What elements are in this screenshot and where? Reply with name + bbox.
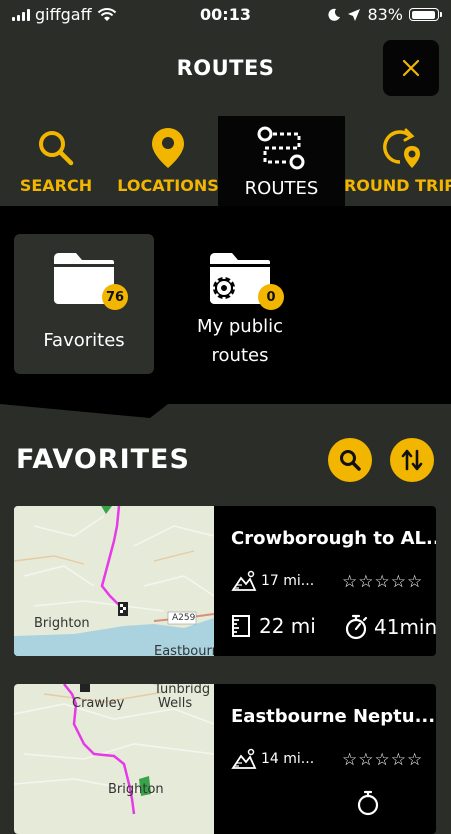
ruler-icon [232,615,250,637]
close-icon [402,59,420,77]
folder-public-routes[interactable]: 0 My public routes [170,234,310,374]
elevation-icon [231,748,257,769]
section-title: FAVORITES [16,444,190,475]
star-icon: ☆ [390,572,407,592]
route-duration-value: 41min [374,615,436,639]
route-card[interactable]: Brighton Eastbourn A259 Crowborough to A… [14,506,436,656]
battery-percent: 83% [367,5,403,24]
panel-notch [150,404,168,418]
star-icon: ☆ [358,750,375,770]
route-map-thumbnail: Crawley Tunbridg Wells Brighton [14,684,214,834]
search-icon [39,131,74,166]
route-distance-value: 14 mi... [261,751,315,767]
rating-stars: ☆☆☆☆☆ [342,572,423,592]
public-routes-count-badge: 0 [258,284,284,310]
route-distance: 17 mi... [231,570,314,592]
route-duration: 41min [344,614,436,640]
star-icon: ☆ [342,750,359,770]
map-label: A259 [172,613,196,623]
star-icon: ☆ [374,750,391,770]
sort-button[interactable] [390,438,434,482]
route-name: Eastbourne Neptu... [231,706,436,727]
tab-round-trip[interactable]: ROUND TRIP [344,116,451,206]
route-card[interactable]: Crawley Tunbridg Wells Brighton Eastbour… [14,684,436,834]
panel-notch-bar [0,404,150,418]
sort-icon [401,449,423,471]
route-total-value: 22 mi [259,614,316,638]
tab-round-trip-label: ROUND TRIP [343,176,451,195]
folder-panel: 76 Favorites 0 My public routes [0,206,451,404]
tab-bar: SEARCH LOCATIONS ROUTES ROUND TRIP [0,116,451,206]
rating-stars: ☆☆☆☆☆ [342,750,423,770]
favorites-label: Favorites [43,330,125,351]
route-total-distance: 22 mi [231,614,316,638]
map-label: Brighton [34,616,90,631]
tab-locations[interactable]: LOCATIONS [117,116,219,206]
tab-search[interactable]: SEARCH [12,116,100,206]
moon-icon [328,8,341,21]
tab-search-label: SEARCH [19,176,93,195]
status-bar: giffgaff 00:13 83% [0,0,451,30]
map-label: Brighton [108,782,164,797]
public-routes-label-line1: My public [196,316,284,337]
favorites-count-badge: 76 [102,284,128,310]
public-routes-label-line2: routes [211,345,269,366]
star-icon: ☆ [407,750,424,770]
star-icon: ☆ [358,572,375,592]
stopwatch-icon [356,790,380,820]
map-image [14,506,214,656]
elevation-icon [231,570,257,591]
tab-routes-label: ROUTES [244,178,319,199]
search-favorites-button[interactable] [328,438,372,482]
stopwatch-icon [345,614,368,640]
search-icon [340,450,361,471]
status-right: 83% [327,5,442,24]
routes-icon [257,126,304,170]
map-label: Crawley [72,696,125,711]
round-trip-icon [383,128,420,168]
close-button[interactable] [383,40,439,96]
star-icon: ☆ [390,750,407,770]
route-distance: 14 mi... [231,748,314,770]
location-arrow-icon [348,8,361,21]
battery-icon [409,8,442,21]
map-label: Eastbourn [154,644,214,656]
star-icon: ☆ [407,572,424,592]
route-map-thumbnail: Brighton Eastbourn A259 [14,506,214,656]
route-name: Crowborough to AL... [231,528,436,549]
tab-routes[interactable]: ROUTES [218,116,345,206]
folder-favorites[interactable]: 76 Favorites [14,234,154,374]
star-icon: ☆ [342,572,359,592]
location-pin-icon [152,128,184,168]
map-label: Wells [158,696,193,711]
star-icon: ☆ [374,572,391,592]
route-distance-value: 17 mi... [261,573,315,589]
